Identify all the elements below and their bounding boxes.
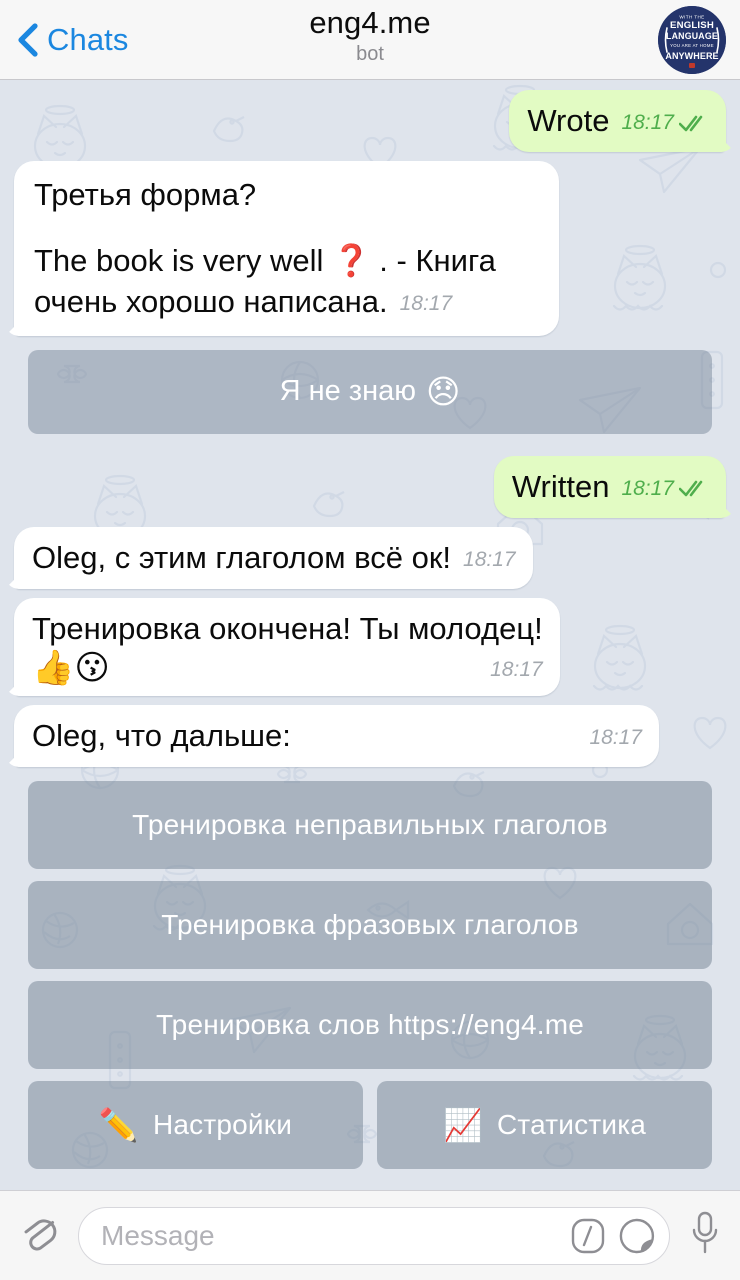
attach-button[interactable]: [14, 1206, 68, 1265]
message-text: Тренировка окончена! Ты молодец!: [32, 610, 543, 646]
sticker-button[interactable]: [619, 1217, 655, 1255]
message-row: Тренировка окончена! Ты молодец! 👍😗 18:1…: [14, 597, 726, 696]
kb-word-training[interactable]: Тренировка слов https://eng4.me: [28, 980, 712, 1069]
message-time: 18:17: [463, 547, 516, 571]
message-meta: 18:17: [463, 546, 516, 573]
chat-header: Chats eng4.me bot WITH THE ENGLISH LANGU…: [0, 0, 740, 80]
message-bubble-what-next[interactable]: Oleg, что дальше: 18:17: [14, 704, 659, 767]
svg-text:ANYWHERE: ANYWHERE: [665, 51, 718, 61]
keyboard-button-label: Тренировка слов https://eng4.me: [155, 1008, 585, 1040]
message-meta: 18:17: [400, 290, 453, 317]
message-row: Written 18:17: [14, 455, 726, 518]
reaction-emoji-group: 👍😗: [32, 647, 110, 688]
message-meta: 18:17: [589, 724, 642, 751]
message-meta: 18:17: [621, 475, 709, 502]
inline-button-dont-know[interactable]: Я не знаю 😞: [28, 349, 712, 434]
message-time: 18:17: [490, 657, 543, 681]
message-meta: 18:17: [490, 656, 543, 683]
back-to-chats-button[interactable]: Chats: [0, 22, 129, 57]
messages-container: Wrote 18:17 Третья форма? The book is ve…: [0, 80, 740, 1190]
message-time: 18:17: [399, 291, 453, 315]
svg-text:YOU ARE AT HOME: YOU ARE AT HOME: [670, 43, 714, 48]
double-check-icon: [679, 115, 703, 131]
message-bubble-verb-ok[interactable]: Oleg, с этим глаголом всё ок! 18:17: [14, 526, 533, 589]
slash-command-button[interactable]: [571, 1217, 605, 1255]
message-bubble-training-done[interactable]: Тренировка окончена! Ты молодец! 👍😗 18:1…: [14, 597, 560, 696]
message-meta: 18:17: [621, 109, 709, 136]
message-time: 18:17: [621, 111, 674, 134]
paperclip-icon: [24, 1219, 57, 1251]
avatar-logo-icon: WITH THE ENGLISH LANGUAGE YOU ARE AT HOM…: [658, 6, 726, 74]
telegram-chat-screen: Chats eng4.me bot WITH THE ENGLISH LANGU…: [0, 0, 740, 1280]
message-input-field[interactable]: [78, 1206, 670, 1265]
question-mark-emoji: ❓: [332, 242, 371, 279]
message-list[interactable]: Wrote 18:17 Третья форма? The book is ve…: [0, 80, 740, 1190]
message-bubble-written[interactable]: Written 18:17: [493, 455, 726, 518]
double-check-icon: [679, 481, 703, 497]
message-paragraph-2: The book is very well ❓ . - Книга очень …: [34, 241, 541, 322]
message-time: 18:17: [589, 725, 642, 749]
keyboard-row: ✏️ Настройки 📈 Статистика: [28, 1080, 712, 1169]
message-row: Oleg, что дальше: 18:17: [14, 704, 726, 767]
kb-phrasal-verbs[interactable]: Тренировка фразовых глаголов: [28, 880, 712, 969]
keyboard-button-label: Настройки: [152, 1108, 293, 1140]
reply-keyboard: Тренировка неправильных глаголов Трениро…: [14, 780, 726, 1169]
message-bubble-wrote[interactable]: Wrote 18:17: [509, 90, 726, 152]
keyboard-button-label: Статистика: [496, 1108, 647, 1140]
pencil-emoji: ✏️: [98, 1105, 139, 1144]
message-text: Written: [511, 468, 610, 504]
svg-text:LANGUAGE: LANGUAGE: [666, 31, 718, 41]
kb-statistics[interactable]: 📈 Статистика: [377, 1080, 712, 1169]
message-text-en: The book is very well: [34, 242, 333, 278]
avatar[interactable]: WITH THE ENGLISH LANGUAGE YOU ARE AT HOM…: [658, 6, 726, 74]
slash-command-icon: [571, 1218, 605, 1253]
inline-button-label: Я не знаю: [279, 375, 416, 408]
message-row: Wrote 18:17: [14, 90, 726, 152]
sticker-icon: [619, 1218, 655, 1253]
message-input[interactable]: [101, 1219, 557, 1252]
message-text: Wrote: [527, 103, 610, 138]
message-row: Oleg, с этим глаголом всё ок! 18:17: [14, 526, 726, 589]
message-paragraph-1: Третья форма?: [34, 176, 257, 212]
chart-increasing-emoji: 📈: [442, 1105, 483, 1144]
svg-text:WITH THE: WITH THE: [679, 15, 704, 20]
keyboard-row: Тренировка неправильных глаголов: [28, 780, 712, 869]
message-time: 18:17: [621, 476, 674, 500]
keyboard-row: Тренировка слов https://eng4.me: [28, 980, 712, 1069]
voice-record-button[interactable]: [680, 1205, 726, 1266]
keyboard-button-label: Тренировка неправильных глаголов: [132, 808, 608, 840]
message-bubble-third-form[interactable]: Третья форма? The book is very well ❓ . …: [14, 160, 559, 336]
chevron-left-icon: [18, 22, 38, 57]
message-text: Oleg, с этим глаголом всё ок!: [32, 539, 452, 575]
kb-irregular-verbs[interactable]: Тренировка неправильных глаголов: [28, 780, 712, 869]
keyboard-row: Тренировка фразовых глаголов: [28, 880, 712, 969]
message-row: Третья форма? The book is very well ❓ . …: [14, 160, 726, 336]
microphone-icon: [692, 1211, 718, 1254]
keyboard-button-label: Тренировка фразовых глаголов: [161, 908, 579, 940]
kb-settings[interactable]: ✏️ Настройки: [28, 1080, 363, 1169]
disappointed-face-emoji: 😞: [425, 372, 461, 412]
message-text: Oleg, что дальше:: [32, 717, 291, 753]
message-composer: [0, 1190, 740, 1280]
svg-text:ENGLISH: ENGLISH: [670, 20, 714, 31]
back-button-label: Chats: [47, 22, 129, 57]
